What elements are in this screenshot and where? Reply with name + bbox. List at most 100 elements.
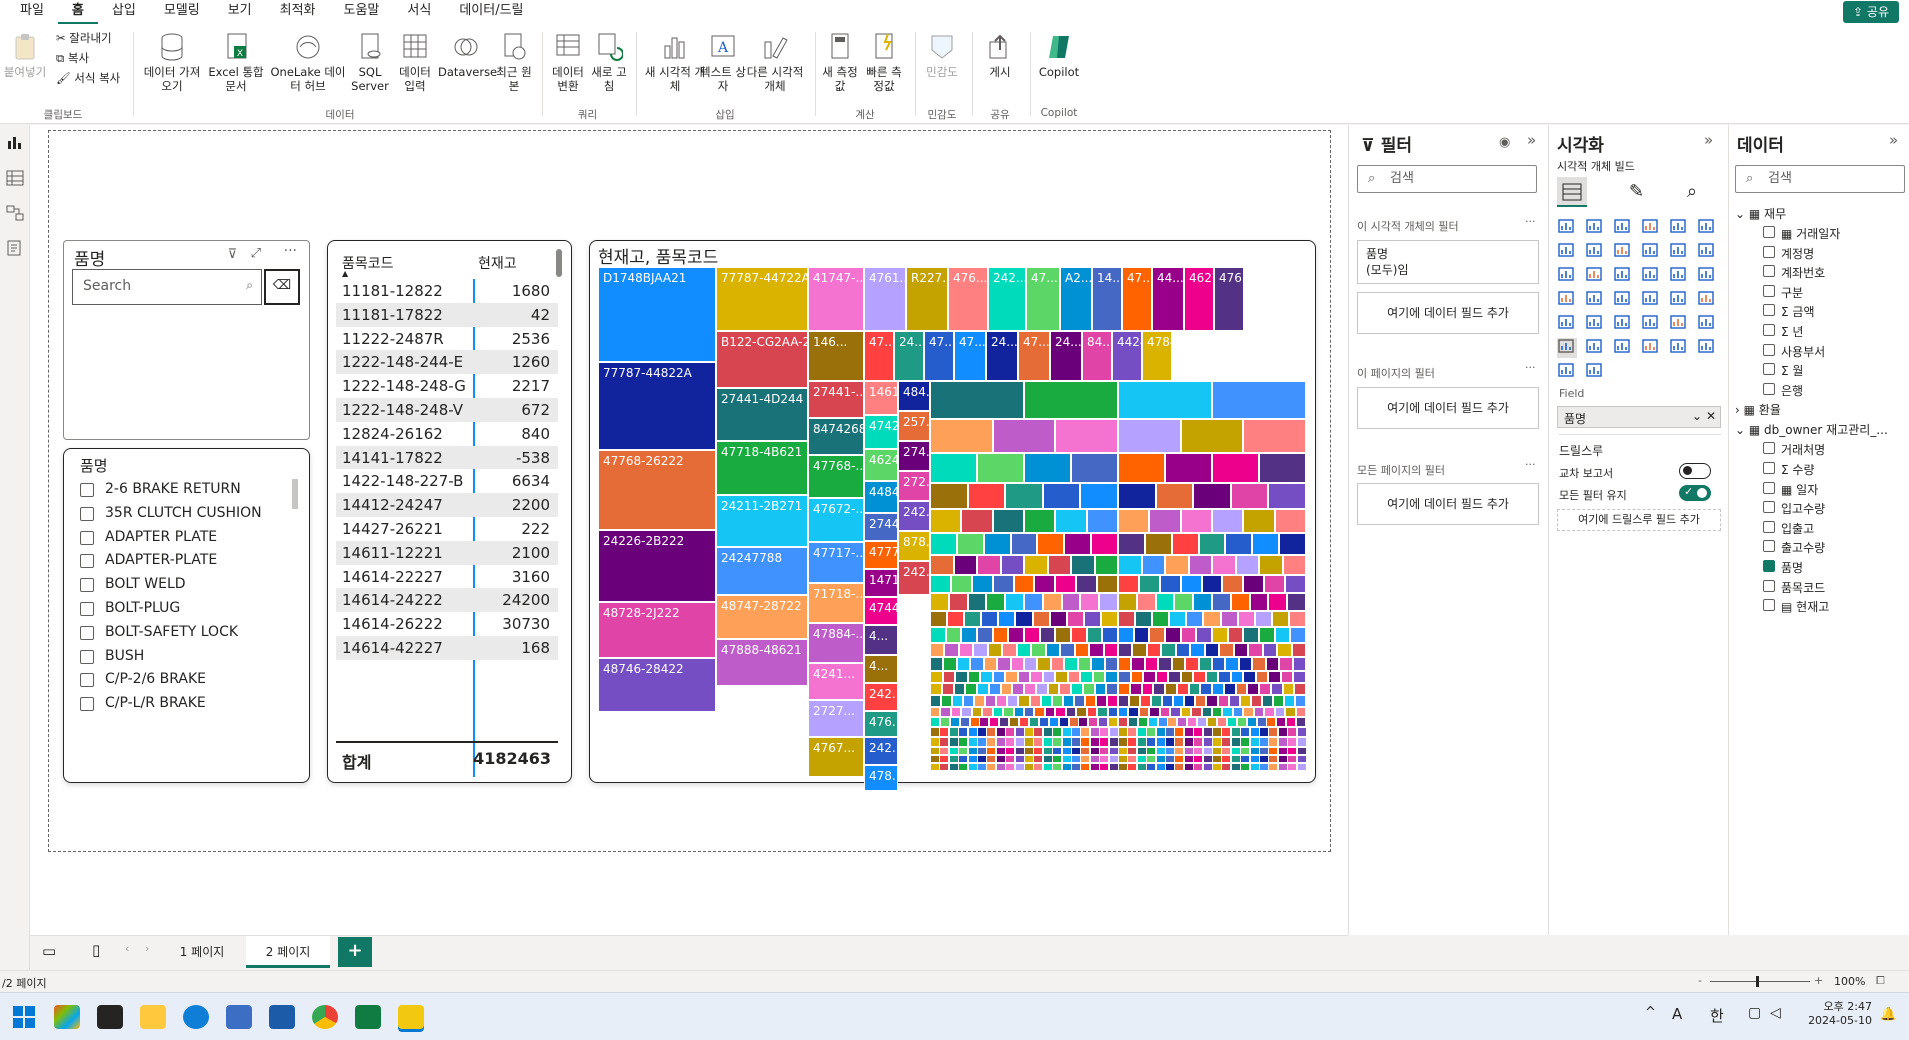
- treemap-tile[interactable]: [1010, 657, 1024, 671]
- treemap-tile[interactable]: [953, 555, 977, 575]
- treemap-tile[interactable]: [1024, 381, 1118, 419]
- treemap-tile[interactable]: [1149, 627, 1165, 643]
- waterfall-icon[interactable]: [1669, 242, 1689, 262]
- treemap-tile[interactable]: [1195, 695, 1207, 707]
- treemap-tile[interactable]: 878...: [898, 531, 930, 561]
- treemap-tile[interactable]: 47717-...: [808, 542, 864, 583]
- field-checkbox[interactable]: [1763, 520, 1775, 533]
- treemap-tile[interactable]: 2727...: [808, 700, 864, 737]
- field-item[interactable]: Σ 금액: [1781, 303, 1815, 320]
- treemap-tile[interactable]: [1013, 575, 1035, 593]
- treemap-tile[interactable]: [1107, 707, 1118, 717]
- treemap-tile[interactable]: [1071, 555, 1095, 575]
- treemap-tile[interactable]: [953, 683, 966, 695]
- sql-server-button[interactable]: SQL Server: [350, 32, 390, 93]
- treemap-tile[interactable]: [1274, 627, 1291, 643]
- filled-map-icon[interactable]: [1557, 290, 1577, 310]
- field-checkbox[interactable]: [1763, 540, 1775, 553]
- treemap-tile[interactable]: [1286, 717, 1297, 727]
- dax-view-icon[interactable]: [6, 240, 24, 256]
- treemap-tile[interactable]: [964, 611, 982, 627]
- treemap-tile[interactable]: [1042, 671, 1056, 683]
- treemap-tile[interactable]: [1252, 657, 1266, 671]
- treemap-tile[interactable]: [1019, 717, 1030, 727]
- treemap-tile[interactable]: [1243, 419, 1306, 453]
- treemap-tile[interactable]: [1133, 627, 1150, 643]
- area-icon[interactable]: [1585, 242, 1605, 262]
- chevron-up-icon[interactable]: ^: [1645, 1005, 1656, 1020]
- field-checkbox[interactable]: [1763, 343, 1775, 356]
- treemap-tile[interactable]: [1138, 707, 1150, 717]
- treemap-icon[interactable]: [1669, 266, 1689, 286]
- treemap-tile[interactable]: [1064, 533, 1092, 555]
- table-row[interactable]: 1422-148-227-B 6634: [336, 469, 558, 493]
- treemap-tile[interactable]: [1155, 593, 1175, 611]
- power-apps-icon[interactable]: [1697, 338, 1717, 358]
- treemap-tile[interactable]: 27441-...: [808, 381, 864, 418]
- treemap-tile[interactable]: [1118, 509, 1150, 533]
- treemap-tile[interactable]: [1296, 747, 1307, 755]
- field-item[interactable]: Σ 월: [1781, 362, 1803, 379]
- treemap-tile[interactable]: [930, 453, 977, 483]
- treemap-tile[interactable]: [1212, 381, 1306, 419]
- treemap-tile[interactable]: [1188, 555, 1212, 575]
- treemap-tile[interactable]: [981, 611, 999, 627]
- treemap-tile[interactable]: [1235, 683, 1248, 695]
- treemap-tile[interactable]: [1272, 695, 1284, 707]
- treemap-tile[interactable]: 4624...: [864, 449, 898, 481]
- treemap-tile[interactable]: [1212, 683, 1224, 695]
- checkbox[interactable]: [80, 602, 94, 616]
- report-view-icon[interactable]: [6, 135, 24, 151]
- checkbox[interactable]: [80, 578, 94, 593]
- treemap-tile[interactable]: [1048, 717, 1059, 727]
- treemap-tile[interactable]: [1055, 707, 1066, 717]
- treemap-tile[interactable]: [1084, 695, 1096, 707]
- menu-modeling[interactable]: 모델링: [150, 0, 214, 24]
- treemap-tile[interactable]: [930, 611, 948, 627]
- treemap-tile[interactable]: [1082, 683, 1095, 695]
- field-item[interactable]: ▦ 거래일자: [1781, 225, 1840, 242]
- treemap-tile[interactable]: [1222, 707, 1233, 717]
- build-visual-tab[interactable]: [1557, 177, 1587, 207]
- treemap-tile[interactable]: [1073, 695, 1085, 707]
- treemap-tile[interactable]: [1118, 627, 1134, 643]
- treemap-tile[interactable]: A2...: [1060, 267, 1092, 331]
- treemap-tile[interactable]: 2744...: [864, 513, 898, 541]
- treemap-tile[interactable]: [1268, 593, 1288, 611]
- treemap-tile[interactable]: [1206, 695, 1218, 707]
- treemap-tile[interactable]: [1018, 695, 1030, 707]
- treemap-tile[interactable]: [1277, 643, 1292, 657]
- treemap-tile[interactable]: [1141, 555, 1165, 575]
- copy-button[interactable]: ⧉ 복사: [56, 50, 89, 66]
- treemap-tile[interactable]: [1184, 695, 1196, 707]
- checkbox[interactable]: [80, 673, 94, 688]
- treemap-tile[interactable]: [1080, 483, 1118, 509]
- chevron-down-icon[interactable]: ⌄: [1735, 207, 1749, 221]
- treemap-tile[interactable]: [1279, 657, 1293, 671]
- field-checkbox[interactable]: [1763, 560, 1775, 572]
- windows-start-icon[interactable]: [12, 1005, 38, 1029]
- treemap-tile[interactable]: [1243, 575, 1265, 593]
- treemap-tile[interactable]: [1235, 555, 1259, 575]
- treemap-tile[interactable]: [1165, 683, 1177, 695]
- treemap-tile[interactable]: [1146, 643, 1162, 657]
- treemap-tile[interactable]: [1039, 627, 1056, 643]
- sensitivity-button[interactable]: 민감도: [920, 32, 964, 79]
- treemap-tile[interactable]: [1180, 419, 1244, 453]
- treemap-tile[interactable]: [1091, 657, 1105, 671]
- treemap-tile[interactable]: [1158, 657, 1172, 671]
- treemap-tile[interactable]: [1144, 657, 1159, 671]
- treemap-tile[interactable]: [1165, 453, 1212, 483]
- field-item[interactable]: 입출고: [1781, 520, 1814, 537]
- treemap-tile[interactable]: [1153, 683, 1165, 695]
- treemap-tile[interactable]: [1295, 707, 1306, 717]
- treemap-tile[interactable]: [1003, 707, 1014, 717]
- treemap-tile[interactable]: 484...: [898, 381, 930, 411]
- treemap-tile[interactable]: [1165, 627, 1181, 643]
- matrix-icon[interactable]: [1613, 314, 1633, 334]
- treemap-tile[interactable]: [992, 419, 1056, 453]
- treemap-tile[interactable]: [967, 483, 1006, 509]
- treemap-tile[interactable]: [1180, 707, 1192, 717]
- treemap-visual[interactable]: 현재고, 품목코드 D1748BJAA21 77787-44822A 47768-2…: [589, 240, 1316, 791]
- treemap-tile[interactable]: [1138, 575, 1160, 593]
